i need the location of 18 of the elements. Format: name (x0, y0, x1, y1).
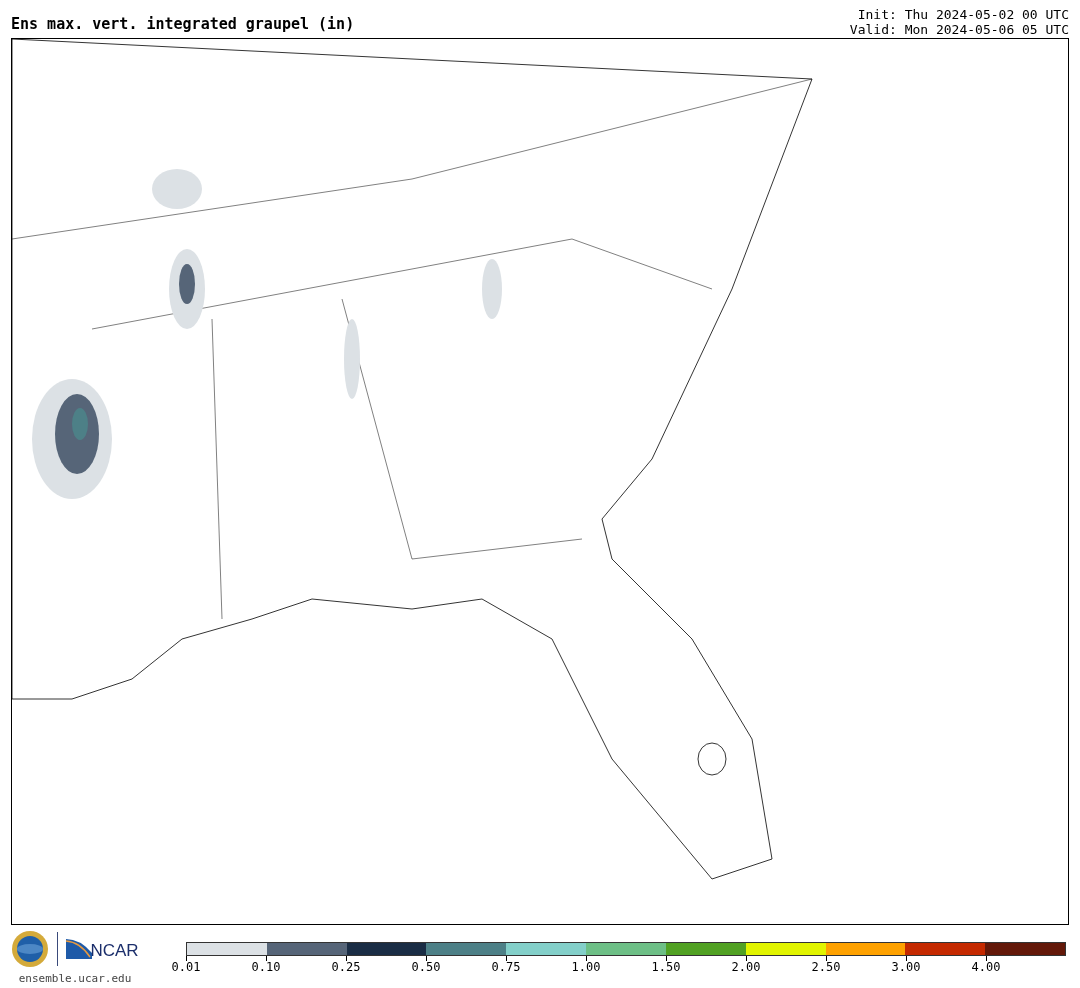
globe-emblem-icon (11, 930, 50, 968)
org-logo-text: NCAR (90, 942, 139, 959)
colorbar-label: 0.50 (411, 961, 441, 973)
colorbar-label: 2.00 (731, 961, 761, 973)
colorbar-label: 3.00 (891, 961, 921, 973)
colorbar-label: 0.25 (331, 961, 361, 973)
colorbar-label: 4.00 (971, 961, 1001, 973)
valid-time: Valid: Mon 2024-05-06 05 UTC (849, 22, 1069, 37)
colorbar-label: 0.01 (171, 961, 201, 973)
swoosh-logo-icon (66, 939, 93, 959)
init-time: Init: Thu 2024-05-02 00 UTC (857, 7, 1069, 22)
colorbar-label: 1.00 (571, 961, 601, 973)
colorbar-label: 2.50 (811, 961, 841, 973)
colorbar-label: 1.50 (651, 961, 681, 973)
colorbar-label: 0.10 (251, 961, 281, 973)
chart-title: Ens max. vert. integrated graupel (in) (11, 17, 355, 32)
colorbar-label: 0.75 (491, 961, 521, 973)
site-url: ensemble.ucar.edu (18, 971, 132, 987)
